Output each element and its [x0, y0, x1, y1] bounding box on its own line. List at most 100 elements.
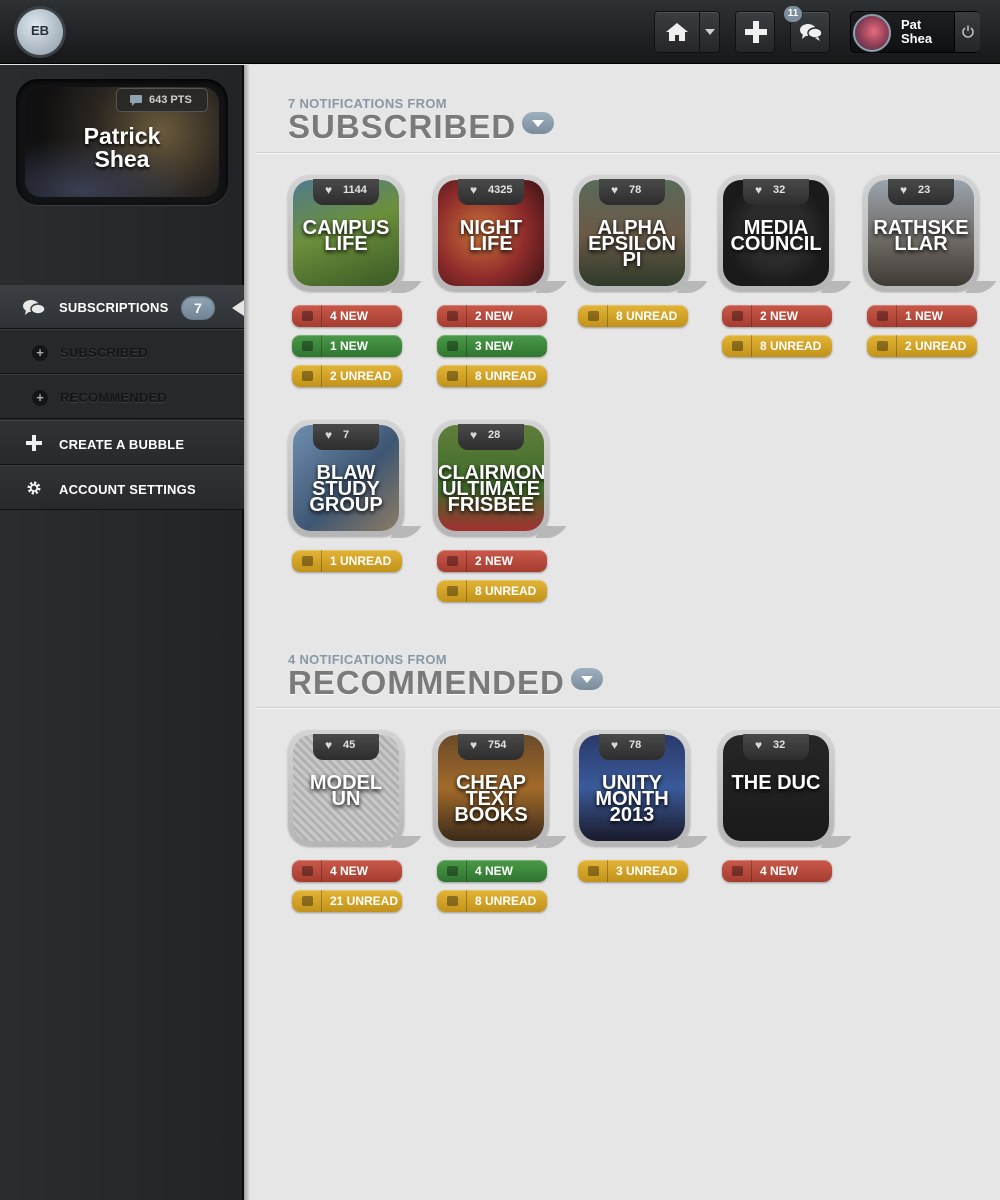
notification-pill-unread[interactable]: 3 UNREAD: [578, 860, 688, 882]
likes-count: 28: [488, 429, 501, 441]
bubble-tile[interactable]: RATHSKE LLAR ♥ 23: [863, 175, 997, 295]
heart-icon: ♥: [611, 738, 619, 752]
notification-pill-tag[interactable]: 1 NEW: [292, 335, 402, 357]
comment-icon: [437, 890, 467, 912]
pill-label: 2 NEW: [760, 309, 799, 323]
likes-count: 754: [488, 739, 507, 751]
comment-icon: [437, 365, 467, 387]
notification-pill-unread[interactable]: 21 UNREAD: [292, 890, 402, 912]
comment-icon: [437, 580, 467, 602]
add-button[interactable]: [735, 11, 775, 53]
calendar-icon: [292, 305, 322, 327]
pill-label: 21 UNREAD: [330, 894, 399, 908]
notification-pill-tag[interactable]: 3 NEW: [437, 335, 547, 357]
notification-count-badge: 11: [783, 5, 803, 23]
bubble-tail: [676, 281, 708, 293]
notification-pill-unread[interactable]: 8 UNREAD: [437, 890, 547, 912]
bubble-tile[interactable]: NIGHT LIFE ♥ 4325: [433, 175, 567, 295]
bubble-tail: [535, 526, 567, 538]
likes-badge: ♥ 78: [599, 179, 665, 205]
profile-card[interactable]: Patrick Shea 643 PTS: [16, 79, 228, 205]
bubble-title: CHEAP TEXT BOOKS: [454, 772, 528, 826]
points-value: 643 PTS: [149, 94, 192, 106]
user-menu[interactable]: Pat Shea: [850, 11, 980, 53]
notification-pill-unread[interactable]: 1 UNREAD: [292, 550, 402, 572]
calendar-icon: [867, 305, 897, 327]
bubble-tile[interactable]: CAMPUS LIFE ♥ 1144: [288, 175, 422, 295]
notification-pill-unread[interactable]: 2 UNREAD: [867, 335, 977, 357]
home-button[interactable]: [654, 11, 720, 53]
likes-badge: ♥ 1144: [313, 179, 379, 205]
notification-pill-unread[interactable]: 2 UNREAD: [292, 365, 402, 387]
notification-pill-tag[interactable]: 4 NEW: [437, 860, 547, 882]
recommended-section-header: 4 NOTIFICATIONS FROM RECOMMENDED: [288, 652, 603, 699]
notification-pill-new[interactable]: 4 NEW: [292, 860, 402, 882]
bubble-tile[interactable]: MEDIA COUNCIL ♥ 32: [718, 175, 852, 295]
notification-pill-unread[interactable]: 8 UNREAD: [722, 335, 832, 357]
bubble-title: RATHSKE LLAR: [873, 217, 969, 255]
section-title-text: SUBSCRIBED: [288, 108, 517, 145]
notification-pill-new[interactable]: 4 NEW: [722, 860, 832, 882]
likes-count: 45: [343, 739, 356, 751]
notification-pill-new[interactable]: 1 NEW: [867, 305, 977, 327]
pill-label: 8 UNREAD: [475, 894, 537, 908]
pill-label: 3 UNREAD: [616, 864, 678, 878]
user-first-name: Pat: [901, 17, 922, 32]
section-dropdown-button[interactable]: [570, 668, 603, 690]
sidebar-item-recommended[interactable]: + RECOMMENDED: [0, 374, 244, 419]
likes-count: 32: [773, 184, 786, 196]
heart-icon: ♥: [470, 738, 478, 752]
bubble-tile[interactable]: CHEAP TEXT BOOKS ♥ 754: [433, 730, 567, 850]
active-indicator: [232, 300, 244, 316]
comment-icon: [722, 335, 752, 357]
calendar-icon: [722, 860, 752, 882]
bubble-title: CLAIRMONT ULTIMATE FRISBEE: [438, 462, 544, 516]
sidebar-item-subscribed[interactable]: + SUBSCRIBED: [0, 329, 244, 374]
notification-pill-unread[interactable]: 8 UNREAD: [437, 365, 547, 387]
bubble-frame: CAMPUS LIFE ♥ 1144: [288, 175, 422, 293]
pill-label: 4 NEW: [330, 864, 369, 878]
bubble-tile[interactable]: ALPHA EPSILON PI ♥ 78: [574, 175, 708, 295]
bubble-tile[interactable]: MODEL UN ♥ 45: [288, 730, 422, 850]
tag-icon: [437, 860, 467, 882]
likes-badge: ♥ 28: [458, 424, 524, 450]
plus-icon: [26, 435, 42, 451]
notification-pill-unread[interactable]: 8 UNREAD: [437, 580, 547, 602]
bubble-title: BLAW STUDY GROUP: [309, 462, 383, 516]
bubble-tile[interactable]: THE DUC ♥ 32: [718, 730, 852, 850]
home-dropdown-button[interactable]: [699, 12, 720, 52]
sidebar-item-subscriptions[interactable]: SUBSCRIPTIONS 7: [0, 285, 244, 329]
sidebar-item-account-settings[interactable]: ACCOUNT SETTINGS: [0, 465, 244, 510]
points-badge: 643 PTS: [116, 88, 208, 112]
app-logo[interactable]: EB: [17, 9, 63, 55]
subscriptions-count-badge: 7: [181, 296, 215, 320]
heart-icon: ♥: [755, 183, 763, 197]
bubble-tile[interactable]: UNITY MONTH 2013 ♥ 78: [574, 730, 708, 850]
comment-icon: [292, 550, 322, 572]
bubble-tail: [676, 836, 708, 848]
bubble-tile[interactable]: CLAIRMONT ULTIMATE FRISBEE ♥ 28: [433, 420, 567, 540]
likes-count: 23: [918, 184, 931, 196]
comment-icon: [292, 365, 322, 387]
notification-pill-new[interactable]: 2 NEW: [437, 305, 547, 327]
notification-pill-new[interactable]: 2 NEW: [437, 550, 547, 572]
comment-icon: [292, 890, 322, 912]
notification-pill-new[interactable]: 2 NEW: [722, 305, 832, 327]
gear-icon: [27, 481, 41, 495]
sidebar-item-create-bubble[interactable]: CREATE A BUBBLE: [0, 420, 244, 465]
profile-name: Patrick Shea: [25, 125, 219, 171]
bubble-frame: ALPHA EPSILON PI ♥ 78: [574, 175, 708, 293]
notification-pill-unread[interactable]: 8 UNREAD: [578, 305, 688, 327]
pill-label: 4 NEW: [760, 864, 799, 878]
section-dropdown-button[interactable]: [522, 112, 555, 134]
bubble-title: NIGHT LIFE: [459, 217, 523, 255]
chat-bubbles-icon: [800, 24, 823, 41]
section-divider: [256, 152, 1000, 154]
bubble-title: ALPHA EPSILON PI: [588, 217, 676, 271]
heart-icon: ♥: [755, 738, 763, 752]
notification-pill-new[interactable]: 4 NEW: [292, 305, 402, 327]
bubble-frame: CHEAP TEXT BOOKS ♥ 754: [433, 730, 567, 848]
logout-button[interactable]: [954, 12, 980, 52]
bubble-tile[interactable]: BLAW STUDY GROUP ♥ 7: [288, 420, 422, 540]
likes-count: 1144: [343, 184, 367, 196]
